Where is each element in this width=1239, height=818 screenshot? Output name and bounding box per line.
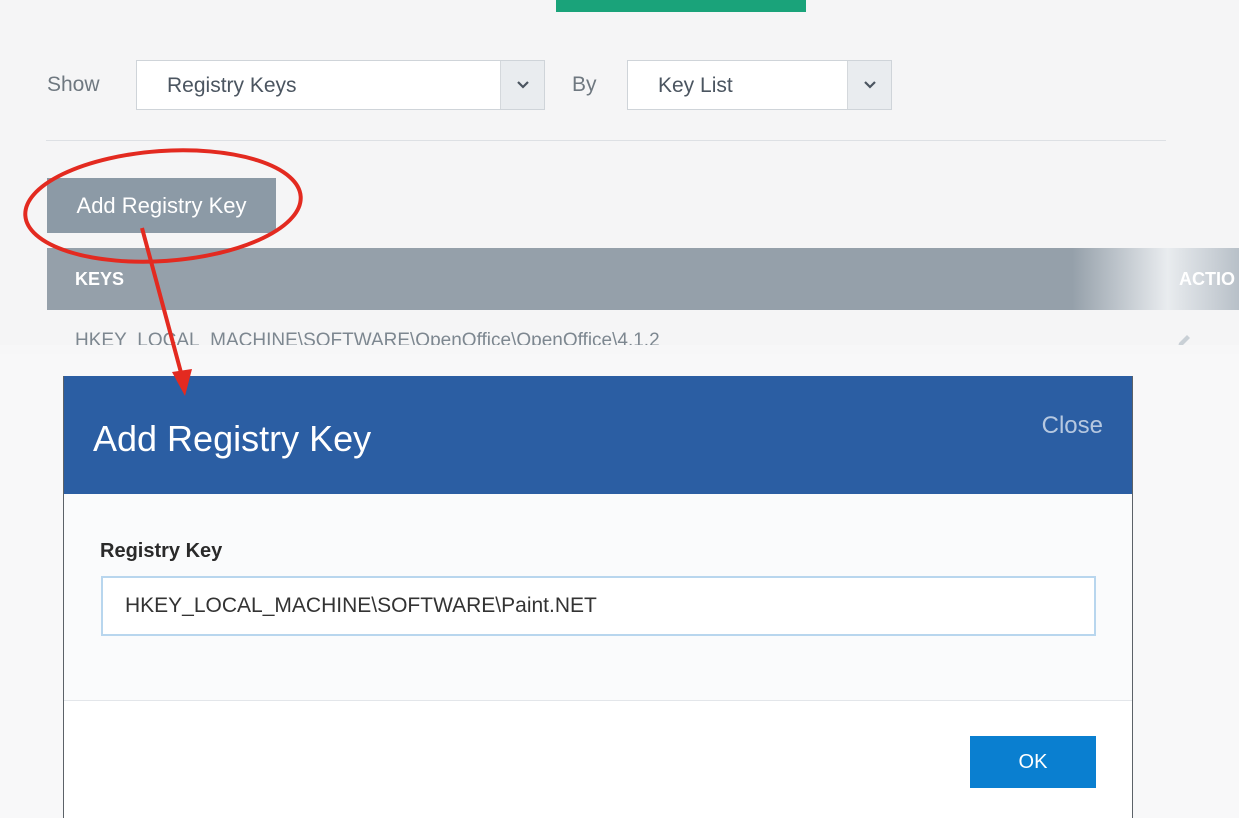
divider: [46, 140, 1166, 141]
dialog-header: Add Registry Key Close: [64, 376, 1132, 494]
registry-key-label: Registry Key: [100, 540, 223, 562]
dialog-body: Registry Key: [64, 494, 1132, 700]
registry-key-input[interactable]: [101, 576, 1096, 636]
show-select-value: Registry Keys: [167, 74, 297, 97]
ok-button[interactable]: OK: [970, 736, 1096, 788]
chevron-down-icon: [864, 81, 876, 89]
column-header-actions: ACTIO: [1179, 269, 1235, 289]
table-header: KEYS ACTIO: [47, 248, 1239, 310]
show-select-arrow[interactable]: [500, 61, 544, 109]
show-select[interactable]: Registry Keys: [136, 60, 545, 110]
dialog-title: Add Registry Key: [93, 418, 372, 459]
show-label: Show: [47, 73, 100, 96]
by-select[interactable]: Key List: [627, 60, 892, 110]
close-button[interactable]: Close: [1042, 412, 1103, 440]
dialog-footer-divider: [64, 700, 1132, 701]
filter-bar: Show Registry Keys By Key List: [30, 60, 930, 110]
chevron-down-icon: [517, 81, 529, 89]
add-registry-key-button[interactable]: Add Registry Key: [47, 178, 276, 233]
by-select-value: Key List: [658, 74, 733, 97]
add-registry-key-dialog: Add Registry Key Close Registry Key OK: [63, 376, 1133, 818]
by-label: By: [572, 73, 597, 96]
column-header-keys: KEYS: [75, 269, 125, 289]
active-tab-indicator: [556, 0, 806, 12]
by-select-arrow[interactable]: [847, 61, 891, 109]
